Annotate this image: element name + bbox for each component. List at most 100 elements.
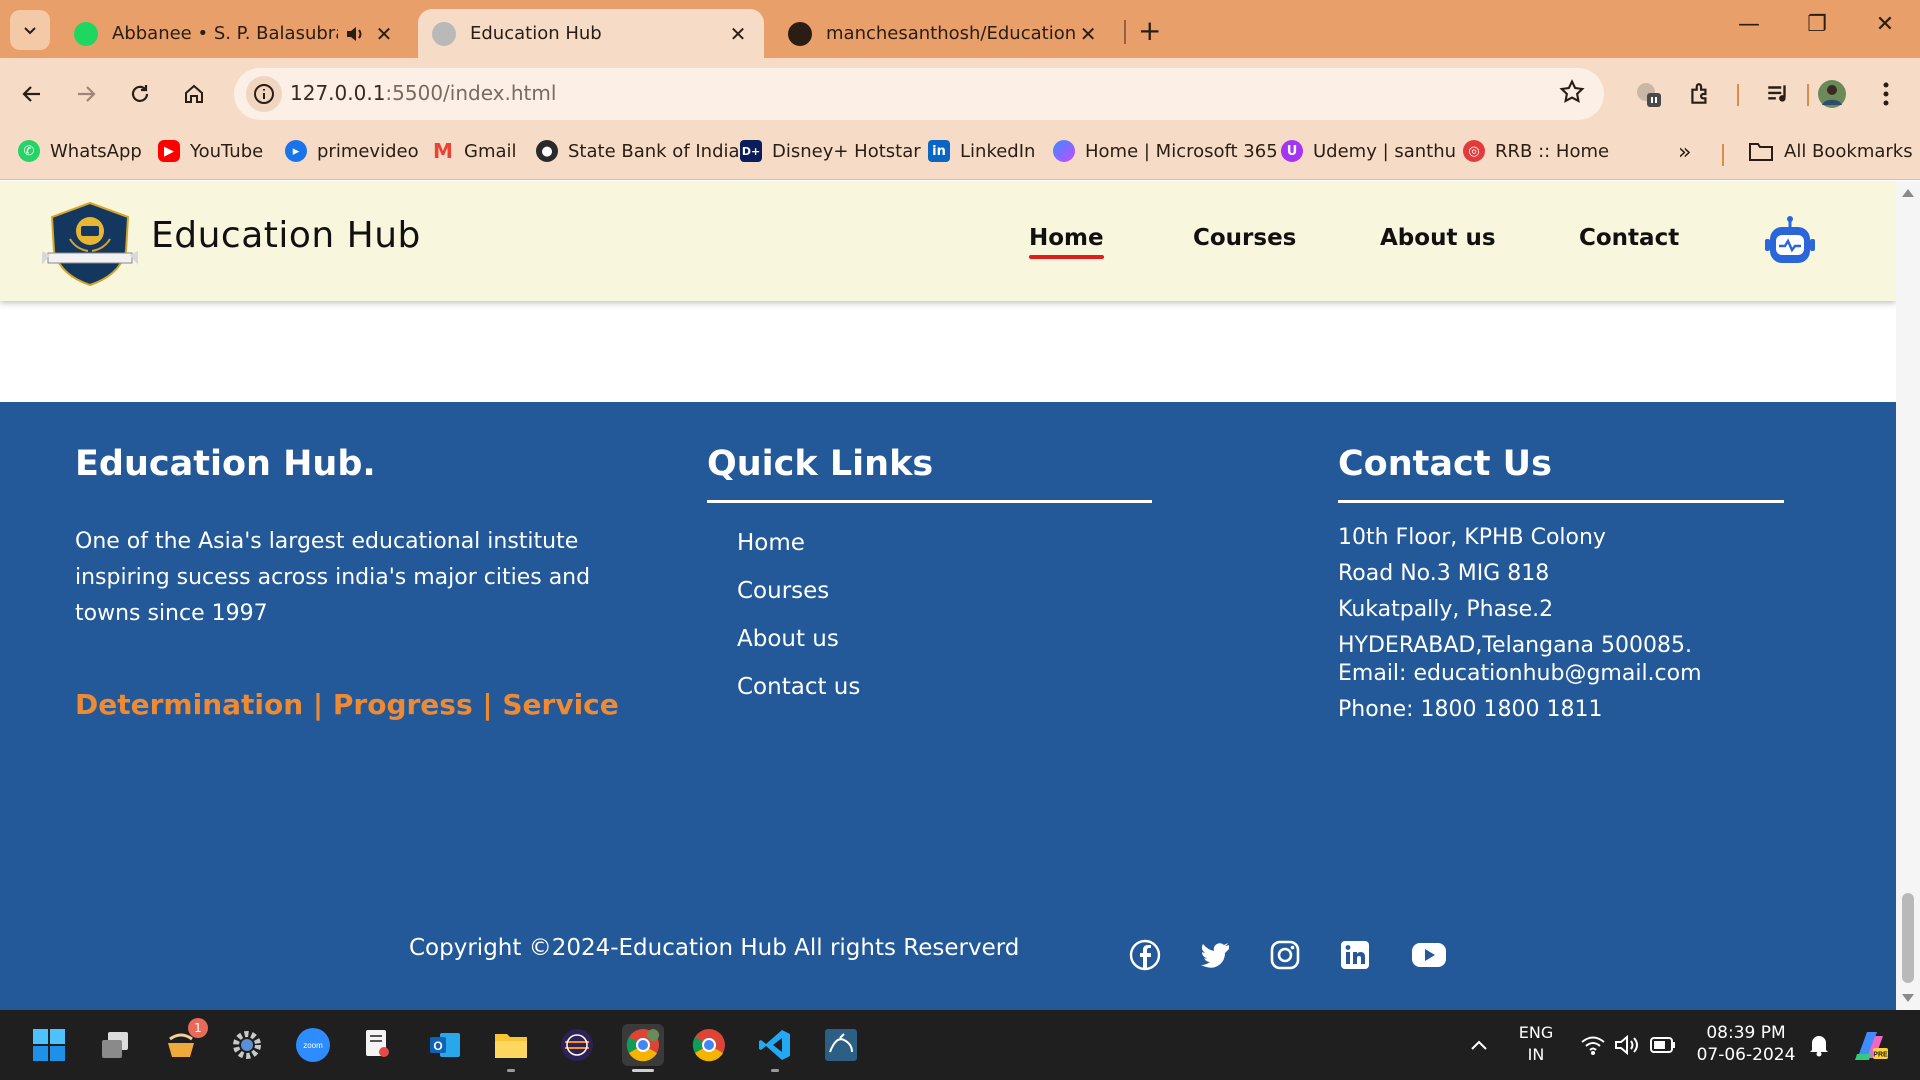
more-bookmarks-chevron-icon[interactable]: » — [1678, 140, 1691, 165]
bookmark-rrb[interactable]: ◎ RRB :: Home — [1463, 140, 1609, 162]
youtube-icon[interactable] — [1410, 938, 1448, 972]
speaker-icon[interactable] — [344, 23, 366, 45]
forward-button[interactable] — [68, 76, 104, 112]
tab-github[interactable]: manchesanthosh/Education-Hub ✕ — [774, 9, 1114, 58]
close-tab-icon[interactable]: ✕ — [372, 22, 396, 46]
tab-education-hub[interactable]: Education Hub ✕ — [418, 9, 764, 58]
chatbot-icon[interactable] — [1762, 215, 1818, 271]
footer-link-courses[interactable]: Courses — [737, 578, 829, 604]
minimize-icon[interactable]: — — [1734, 12, 1764, 37]
scroll-up-arrow-icon[interactable] — [1902, 189, 1914, 197]
chrome-icon[interactable] — [688, 1024, 730, 1066]
bookmark-linkedin[interactable]: in LinkedIn — [928, 140, 1035, 162]
facebook-icon[interactable] — [1128, 938, 1162, 972]
chevron-down-icon — [24, 27, 36, 35]
home-button[interactable] — [176, 76, 212, 112]
mysql-workbench-icon[interactable] — [820, 1024, 862, 1066]
close-tab-icon[interactable]: ✕ — [1076, 22, 1100, 46]
scroll-down-arrow-icon[interactable] — [1902, 994, 1914, 1002]
reload-button[interactable] — [122, 76, 158, 112]
footer-about-title: Education Hub. — [75, 444, 376, 484]
all-bookmarks-button[interactable]: All Bookmarks — [1748, 140, 1913, 162]
instagram-icon[interactable] — [1268, 938, 1302, 972]
media-controls-icon[interactable] — [1760, 76, 1796, 112]
chrome-profile-icon[interactable] — [622, 1024, 664, 1072]
more-menu-icon[interactable] — [1868, 76, 1904, 112]
page-scrollbar[interactable] — [1896, 181, 1920, 1010]
toolbar-separator — [1807, 84, 1809, 106]
eclipse-icon[interactable] — [556, 1024, 598, 1066]
nav-courses[interactable]: Courses — [1193, 225, 1296, 251]
footer-email[interactable]: Email: educationhub@gmail.com — [1338, 656, 1702, 692]
task-view-icon[interactable] — [94, 1024, 136, 1066]
close-tab-icon[interactable]: ✕ — [726, 22, 750, 46]
tab-search-button[interactable] — [10, 10, 50, 50]
windows-start-icon[interactable] — [28, 1024, 70, 1066]
footer-phone[interactable]: Phone: 1800 1800 1811 — [1338, 692, 1603, 728]
udemy-icon: U — [1281, 140, 1303, 162]
running-indicator — [507, 1069, 515, 1072]
settings-gear-icon[interactable] — [226, 1024, 268, 1066]
footer-about-text: One of the Asia's largest educational in… — [75, 524, 635, 632]
bookmark-udemy[interactable]: U Udemy | santhu — [1281, 140, 1456, 162]
nav-home[interactable]: Home — [1029, 225, 1104, 259]
back-button[interactable] — [14, 76, 50, 112]
site-brand-name[interactable]: Education Hub — [151, 215, 421, 256]
footer-link-contact-us[interactable]: Contact us — [737, 674, 860, 700]
address-bar[interactable]: 127.0.0.1:5500/index.html — [234, 68, 1604, 120]
close-window-icon[interactable]: ✕ — [1870, 12, 1900, 37]
url-path: :5500/index.html — [385, 81, 557, 105]
footer-motto: Determination | Progress | Service — [75, 688, 619, 721]
quick-links-underline — [707, 500, 1152, 503]
bookmark-label: RRB :: Home — [1495, 140, 1610, 162]
bookmark-whatsapp[interactable]: ✆ WhatsApp — [18, 140, 142, 162]
github-icon — [788, 21, 812, 46]
profile-avatar[interactable] — [1814, 76, 1850, 112]
youtube-icon: ▶ — [158, 140, 180, 162]
scroll-thumb[interactable] — [1902, 893, 1914, 983]
footer-link-about-us[interactable]: About us — [737, 626, 839, 652]
running-indicator — [771, 1069, 779, 1072]
bookmark-star-icon[interactable] — [1558, 78, 1586, 110]
linkedin-icon[interactable] — [1338, 938, 1372, 972]
tab-title: Education Hub — [470, 23, 602, 44]
file-explorer-icon[interactable] — [490, 1024, 532, 1072]
bookmark-label: primevideo — [317, 140, 419, 162]
notification-bell-icon[interactable] — [1798, 1024, 1840, 1066]
page-viewport: Education Hub Home Courses About us Cont… — [0, 181, 1896, 1010]
nav-contact[interactable]: Contact — [1579, 225, 1679, 251]
restore-icon[interactable]: ❐ — [1802, 12, 1832, 37]
language-region: IN — [1527, 1045, 1545, 1064]
bookmark-hotstar[interactable]: D+ Disney+ Hotstar — [740, 140, 921, 162]
extension-paused-icon[interactable] — [1630, 76, 1666, 112]
nav-about-us[interactable]: About us — [1380, 225, 1496, 251]
bookmark-microsoft365[interactable]: Home | Microsoft 365 — [1053, 140, 1278, 162]
vscode-icon[interactable] — [754, 1024, 796, 1072]
arrow-right-icon — [78, 86, 96, 102]
bookmark-primevideo[interactable]: ▸ primevideo — [285, 140, 419, 162]
footer-link-home[interactable]: Home — [737, 530, 805, 556]
zoom-icon[interactable]: zoom — [292, 1024, 334, 1066]
battery-icon[interactable] — [1642, 1024, 1684, 1066]
widgets-icon[interactable]: 1 — [160, 1018, 208, 1066]
footer-address: 10th Floor, KPHB Colony Road No.3 MIG 81… — [1338, 520, 1692, 664]
tray-chevron-up-icon[interactable] — [1458, 1024, 1500, 1066]
bookmark-youtube[interactable]: ▶ YouTube — [158, 140, 263, 162]
language-indicator[interactable]: ENG IN — [1508, 1022, 1564, 1066]
bookmark-gmail[interactable]: M Gmail — [432, 139, 516, 163]
tab-spotify[interactable]: Abbanee • S. P. Balasubrahmanyam ✕ — [60, 9, 410, 58]
snipping-tool-icon[interactable] — [358, 1024, 400, 1066]
extensions-puzzle-icon[interactable] — [1682, 76, 1718, 112]
microsoft365-icon — [1053, 140, 1075, 162]
copilot-icon[interactable]: PRE — [1850, 1024, 1892, 1066]
clock[interactable]: 08:39 PM 07-06-2024 — [1694, 1022, 1798, 1066]
bookmark-sbi[interactable]: ● State Bank of India — [536, 140, 740, 162]
url-text[interactable]: 127.0.0.1:5500/index.html — [290, 81, 556, 105]
primevideo-icon: ▸ — [285, 140, 307, 162]
bookmark-label: WhatsApp — [50, 140, 142, 162]
education-hub-logo[interactable] — [40, 199, 140, 289]
site-info-button[interactable] — [246, 76, 282, 112]
twitter-icon[interactable] — [1198, 938, 1232, 972]
outlook-icon[interactable]: O — [424, 1024, 466, 1066]
new-tab-button[interactable]: + — [1138, 14, 1161, 47]
